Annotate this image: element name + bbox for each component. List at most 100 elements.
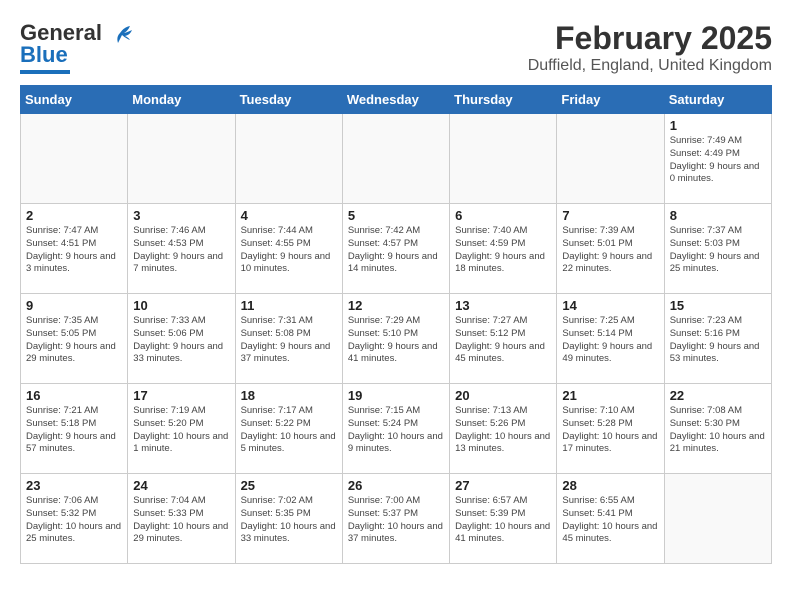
calendar-cell: 3 Sunrise: 7:46 AM Sunset: 4:53 PM Daylig…: [128, 204, 235, 294]
calendar-header-row: SundayMondayTuesdayWednesdayThursdayFrid…: [21, 86, 772, 114]
header-sunday: Sunday: [21, 86, 128, 114]
day-number: 4: [241, 208, 337, 223]
day-info: Sunrise: 7:25 AM Sunset: 5:14 PM Dayligh…: [562, 315, 658, 366]
day-number: 25: [241, 478, 337, 493]
header-saturday: Saturday: [664, 86, 771, 114]
day-info: Sunrise: 7:10 AM Sunset: 5:28 PM Dayligh…: [562, 405, 658, 456]
day-number: 23: [26, 478, 122, 493]
title-block: February 2025 Duffield, England, United …: [528, 20, 772, 75]
calendar-cell: 17 Sunrise: 7:19 AM Sunset: 5:20 PM Dayli…: [128, 384, 235, 474]
page-title: February 2025: [528, 20, 772, 57]
day-info: Sunrise: 7:02 AM Sunset: 5:35 PM Dayligh…: [241, 495, 337, 546]
page-subtitle: Duffield, England, United Kingdom: [528, 57, 772, 75]
day-info: Sunrise: 6:55 AM Sunset: 5:41 PM Dayligh…: [562, 495, 658, 546]
day-info: Sunrise: 7:04 AM Sunset: 5:33 PM Dayligh…: [133, 495, 229, 546]
calendar-cell: 16 Sunrise: 7:21 AM Sunset: 5:18 PM Dayli…: [21, 384, 128, 474]
day-info: Sunrise: 7:29 AM Sunset: 5:10 PM Dayligh…: [348, 315, 444, 366]
day-number: 22: [670, 388, 766, 403]
calendar-cell: 11Sunrise: 7:31 AM Sunset: 5:08 PM Dayli…: [235, 294, 342, 384]
day-info: Sunrise: 7:35 AM Sunset: 5:05 PM Dayligh…: [26, 315, 122, 366]
calendar-week-0: 1Sunrise: 7:49 AM Sunset: 4:49 PM Daylig…: [21, 114, 772, 204]
calendar-cell: 10 Sunrise: 7:33 AM Sunset: 5:06 PM Dayli…: [128, 294, 235, 384]
day-number: 13: [455, 298, 551, 313]
day-info: Sunrise: 7:27 AM Sunset: 5:12 PM Dayligh…: [455, 315, 551, 366]
calendar-cell: 2 Sunrise: 7:47 AM Sunset: 4:51 PM Daylig…: [21, 204, 128, 294]
day-number: 28: [562, 478, 658, 493]
day-info: Sunrise: 7:33 AM Sunset: 5:06 PM Dayligh…: [133, 315, 229, 366]
calendar-cell: 23 Sunrise: 7:06 AM Sunset: 5:32 PM Dayli…: [21, 474, 128, 564]
day-number: 17: [133, 388, 229, 403]
day-info: Sunrise: 7:23 AM Sunset: 5:16 PM Dayligh…: [670, 315, 766, 366]
day-info: Sunrise: 7:19 AM Sunset: 5:20 PM Dayligh…: [133, 405, 229, 456]
calendar-cell: 7 Sunrise: 7:39 AM Sunset: 5:01 PM Daylig…: [557, 204, 664, 294]
calendar-week-4: 23 Sunrise: 7:06 AM Sunset: 5:32 PM Dayli…: [21, 474, 772, 564]
calendar-cell: 24 Sunrise: 7:04 AM Sunset: 5:33 PM Dayli…: [128, 474, 235, 564]
day-info: Sunrise: 7:08 AM Sunset: 5:30 PM Dayligh…: [670, 405, 766, 456]
day-info: Sunrise: 7:15 AM Sunset: 5:24 PM Dayligh…: [348, 405, 444, 456]
day-info: Sunrise: 7:46 AM Sunset: 4:53 PM Dayligh…: [133, 225, 229, 276]
header-wednesday: Wednesday: [342, 86, 449, 114]
calendar-cell: 12 Sunrise: 7:29 AM Sunset: 5:10 PM Dayli…: [342, 294, 449, 384]
logo-bird-icon: [110, 25, 132, 43]
calendar-week-3: 16 Sunrise: 7:21 AM Sunset: 5:18 PM Dayli…: [21, 384, 772, 474]
calendar-cell: 20 Sunrise: 7:13 AM Sunset: 5:26 PM Dayli…: [450, 384, 557, 474]
day-number: 2: [26, 208, 122, 223]
day-number: 10: [133, 298, 229, 313]
calendar-cell: 4 Sunrise: 7:44 AM Sunset: 4:55 PM Daylig…: [235, 204, 342, 294]
calendar-cell: [664, 474, 771, 564]
day-number: 8: [670, 208, 766, 223]
day-number: 24: [133, 478, 229, 493]
calendar-cell: 19Sunrise: 7:15 AM Sunset: 5:24 PM Dayli…: [342, 384, 449, 474]
day-number: 18: [241, 388, 337, 403]
header-thursday: Thursday: [450, 86, 557, 114]
header-monday: Monday: [128, 86, 235, 114]
calendar-cell: [557, 114, 664, 204]
calendar-cell: [21, 114, 128, 204]
day-info: Sunrise: 7:00 AM Sunset: 5:37 PM Dayligh…: [348, 495, 444, 546]
day-info: Sunrise: 7:47 AM Sunset: 4:51 PM Dayligh…: [26, 225, 122, 276]
day-number: 11: [241, 298, 337, 313]
logo: General Blue: [20, 20, 132, 74]
calendar-cell: 18 Sunrise: 7:17 AM Sunset: 5:22 PM Dayli…: [235, 384, 342, 474]
day-number: 6: [455, 208, 551, 223]
day-info: Sunrise: 7:42 AM Sunset: 4:57 PM Dayligh…: [348, 225, 444, 276]
calendar-cell: [235, 114, 342, 204]
calendar-cell: 1Sunrise: 7:49 AM Sunset: 4:49 PM Daylig…: [664, 114, 771, 204]
day-info: Sunrise: 7:40 AM Sunset: 4:59 PM Dayligh…: [455, 225, 551, 276]
calendar-cell: 27Sunrise: 6:57 AM Sunset: 5:39 PM Dayli…: [450, 474, 557, 564]
day-info: Sunrise: 7:39 AM Sunset: 5:01 PM Dayligh…: [562, 225, 658, 276]
day-number: 3: [133, 208, 229, 223]
day-info: Sunrise: 7:44 AM Sunset: 4:55 PM Dayligh…: [241, 225, 337, 276]
day-info: Sunrise: 7:21 AM Sunset: 5:18 PM Dayligh…: [26, 405, 122, 456]
calendar-cell: 13 Sunrise: 7:27 AM Sunset: 5:12 PM Dayli…: [450, 294, 557, 384]
calendar-cell: 15Sunrise: 7:23 AM Sunset: 5:16 PM Dayli…: [664, 294, 771, 384]
day-number: 14: [562, 298, 658, 313]
day-number: 5: [348, 208, 444, 223]
calendar-table: SundayMondayTuesdayWednesdayThursdayFrid…: [20, 85, 772, 564]
day-number: 12: [348, 298, 444, 313]
day-info: Sunrise: 7:17 AM Sunset: 5:22 PM Dayligh…: [241, 405, 337, 456]
calendar-cell: 25 Sunrise: 7:02 AM Sunset: 5:35 PM Dayli…: [235, 474, 342, 564]
calendar-cell: 14 Sunrise: 7:25 AM Sunset: 5:14 PM Dayli…: [557, 294, 664, 384]
calendar-cell: 8 Sunrise: 7:37 AM Sunset: 5:03 PM Daylig…: [664, 204, 771, 294]
calendar-week-1: 2 Sunrise: 7:47 AM Sunset: 4:51 PM Daylig…: [21, 204, 772, 294]
header-friday: Friday: [557, 86, 664, 114]
day-number: 7: [562, 208, 658, 223]
calendar-cell: [342, 114, 449, 204]
calendar-cell: [450, 114, 557, 204]
day-number: 16: [26, 388, 122, 403]
day-info: Sunrise: 6:57 AM Sunset: 5:39 PM Dayligh…: [455, 495, 551, 546]
calendar-cell: 22 Sunrise: 7:08 AM Sunset: 5:30 PM Dayli…: [664, 384, 771, 474]
day-number: 20: [455, 388, 551, 403]
day-info: Sunrise: 7:37 AM Sunset: 5:03 PM Dayligh…: [670, 225, 766, 276]
day-info: Sunrise: 7:13 AM Sunset: 5:26 PM Dayligh…: [455, 405, 551, 456]
calendar-week-2: 9 Sunrise: 7:35 AM Sunset: 5:05 PM Daylig…: [21, 294, 772, 384]
day-number: 9: [26, 298, 122, 313]
calendar-cell: 5 Sunrise: 7:42 AM Sunset: 4:57 PM Daylig…: [342, 204, 449, 294]
calendar-cell: 28 Sunrise: 6:55 AM Sunset: 5:41 PM Dayli…: [557, 474, 664, 564]
day-info: Sunrise: 7:49 AM Sunset: 4:49 PM Dayligh…: [670, 135, 766, 186]
calendar-cell: 21 Sunrise: 7:10 AM Sunset: 5:28 PM Dayli…: [557, 384, 664, 474]
logo-blue-text: Blue: [20, 42, 68, 68]
day-number: 21: [562, 388, 658, 403]
day-info: Sunrise: 7:06 AM Sunset: 5:32 PM Dayligh…: [26, 495, 122, 546]
